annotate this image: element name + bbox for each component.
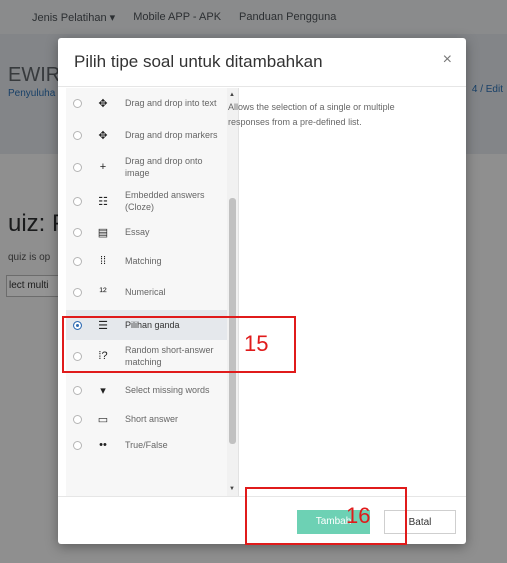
question-type-radio[interactable] xyxy=(73,287,82,297)
question-type-label: Drag and drop onto image xyxy=(125,156,203,178)
numerical-icon: ¹² xyxy=(99,286,107,298)
drag-drop-text-icon: ✥ xyxy=(98,97,108,110)
question-type-option[interactable]: ☷ Embedded answers (Cloze) xyxy=(66,184,232,218)
question-type-label: Short answer xyxy=(125,414,179,424)
question-type-radio[interactable] xyxy=(73,227,82,237)
question-type-radio[interactable] xyxy=(73,162,82,172)
scroll-down-icon[interactable]: ▼ xyxy=(229,486,235,492)
question-type-description: Allows the selection of a single or mult… xyxy=(228,102,395,127)
question-type-option[interactable]: ▤ Essay xyxy=(66,221,232,243)
question-type-label: Numerical xyxy=(125,287,166,297)
question-type-radio[interactable] xyxy=(73,196,82,206)
question-type-radio[interactable] xyxy=(73,385,82,395)
question-type-list[interactable]: ✥ Drag and drop into text ✥ Drag and drop m… xyxy=(66,88,239,496)
question-type-radio[interactable] xyxy=(73,98,82,108)
annotation-step-16: 16 xyxy=(346,503,371,528)
question-type-label: Drag and drop markers xyxy=(125,130,218,140)
close-icon[interactable]: × xyxy=(443,51,452,69)
question-type-option[interactable]: + Drag and drop onto image xyxy=(66,152,232,182)
annotation-step-15: 15 xyxy=(244,331,269,356)
question-type-option[interactable]: •• True/False xyxy=(66,434,232,456)
question-type-label: Essay xyxy=(125,227,150,237)
type-list-scrollbar[interactable]: ▲ ▼ xyxy=(227,88,238,496)
question-type-option[interactable]: ▭ Short answer xyxy=(66,408,232,430)
question-type-label: True/False xyxy=(125,440,168,450)
cloze-icon: ☷ xyxy=(98,195,108,208)
question-type-option[interactable]: ▾ Select missing words xyxy=(66,374,232,406)
question-type-radio[interactable] xyxy=(73,130,82,140)
short-answer-icon: ▭ xyxy=(97,413,109,426)
question-type-dialog: Pilih tipe soal untuk ditambahkan × ✥ Dra… xyxy=(58,38,466,544)
drag-drop-markers-icon: ✥ xyxy=(98,129,108,142)
question-type-radio[interactable] xyxy=(73,256,82,266)
question-type-radio[interactable] xyxy=(73,440,82,450)
question-type-label: Drag and drop into text xyxy=(125,98,217,108)
question-type-label: Embedded answers (Cloze) xyxy=(125,190,205,212)
truefalse-icon: •• xyxy=(99,439,107,451)
question-type-label: Matching xyxy=(125,256,162,266)
dropdown-icon: ▾ xyxy=(100,384,106,397)
crosshair-icon: + xyxy=(99,161,107,173)
annotation-box-add xyxy=(245,487,407,545)
question-type-option[interactable]: ✥ Drag and drop markers xyxy=(66,120,232,150)
matching-icon: ⁞⁞ xyxy=(99,255,107,267)
dialog-title: Pilih tipe soal untuk ditambahkan xyxy=(74,52,323,71)
question-type-option[interactable]: ✥ Drag and drop into text xyxy=(66,88,232,118)
question-type-option[interactable]: ⁞⁞ Matching xyxy=(66,248,232,274)
dialog-header: Pilih tipe soal untuk ditambahkan × xyxy=(58,38,466,87)
question-type-label: Select missing words xyxy=(125,385,210,395)
question-type-option[interactable]: ¹² Numerical xyxy=(66,278,232,306)
essay-icon: ▤ xyxy=(97,226,109,239)
question-type-radio[interactable] xyxy=(73,414,82,424)
scroll-up-icon[interactable]: ▲ xyxy=(229,92,235,98)
